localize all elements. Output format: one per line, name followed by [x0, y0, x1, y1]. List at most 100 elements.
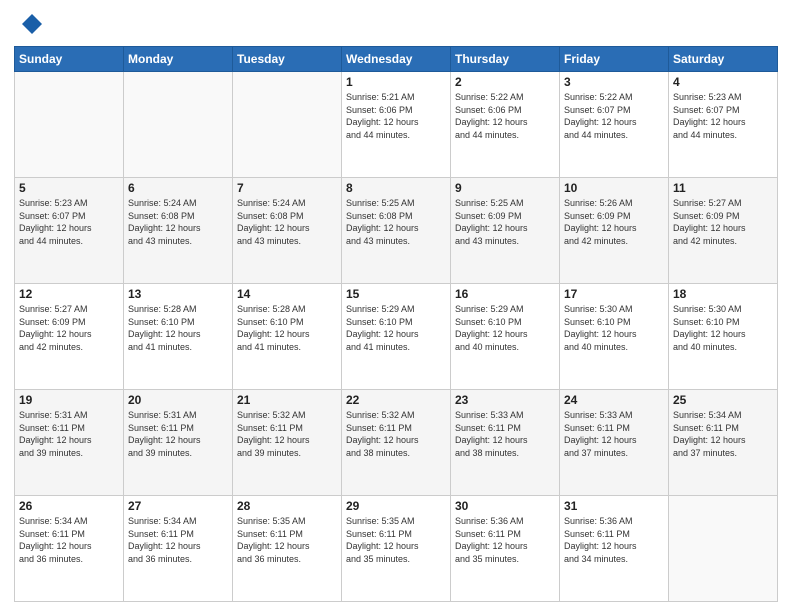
- day-number: 17: [564, 287, 664, 301]
- calendar-cell: 25 Sunrise: 5:34 AM Sunset: 6:11 PM Dayli…: [669, 390, 778, 496]
- day-info: Sunrise: 5:30 AM Sunset: 6:10 PM Dayligh…: [673, 303, 773, 353]
- calendar-header-thursday: Thursday: [451, 47, 560, 72]
- day-number: 25: [673, 393, 773, 407]
- day-number: 29: [346, 499, 446, 513]
- logo: [14, 10, 46, 38]
- day-number: 23: [455, 393, 555, 407]
- day-number: 14: [237, 287, 337, 301]
- day-number: 1: [346, 75, 446, 89]
- calendar-cell: 26Sunrise: 5:34 AM Sunset: 6:11 PM Dayli…: [15, 496, 124, 602]
- day-number: 8: [346, 181, 446, 195]
- logo-icon: [14, 10, 42, 38]
- calendar-cell: 8 Sunrise: 5:25 AM Sunset: 6:08 PM Daylig…: [342, 178, 451, 284]
- day-info: Sunrise: 5:22 AM Sunset: 6:06 PM Dayligh…: [455, 91, 555, 141]
- calendar-cell: [233, 72, 342, 178]
- calendar-cell: 29 Sunrise: 5:35 AM Sunset: 6:11 PM Dayli…: [342, 496, 451, 602]
- day-info: Sunrise: 5:35 AM Sunset: 6:11 PM Dayligh…: [346, 515, 446, 565]
- day-info: Sunrise: 5:31 AM Sunset: 6:11 PM Dayligh…: [19, 409, 119, 459]
- day-info: Sunrise: 5:24 AM Sunset: 6:08 PM Dayligh…: [237, 197, 337, 247]
- calendar-cell: 31 Sunrise: 5:36 AM Sunset: 6:11 PM Dayli…: [560, 496, 669, 602]
- page: SundayMondayTuesdayWednesdayThursdayFrid…: [0, 0, 792, 612]
- calendar-cell: 15Sunrise: 5:29 AM Sunset: 6:10 PM Dayli…: [342, 284, 451, 390]
- calendar-cell: 1 Sunrise: 5:21 AM Sunset: 6:06 PM Daylig…: [342, 72, 451, 178]
- calendar-cell: 23 Sunrise: 5:33 AM Sunset: 6:11 PM Dayli…: [451, 390, 560, 496]
- day-info: Sunrise: 5:35 AM Sunset: 6:11 PM Dayligh…: [237, 515, 337, 565]
- calendar-cell: 3Sunrise: 5:22 AM Sunset: 6:07 PM Daylig…: [560, 72, 669, 178]
- day-number: 19: [19, 393, 119, 407]
- calendar-cell: 5 Sunrise: 5:23 AM Sunset: 6:07 PM Daylig…: [15, 178, 124, 284]
- calendar-cell: 7 Sunrise: 5:24 AM Sunset: 6:08 PM Daylig…: [233, 178, 342, 284]
- day-number: 16: [455, 287, 555, 301]
- day-info: Sunrise: 5:25 AM Sunset: 6:08 PM Dayligh…: [346, 197, 446, 247]
- calendar-cell: 14 Sunrise: 5:28 AM Sunset: 6:10 PM Dayli…: [233, 284, 342, 390]
- day-number: 31: [564, 499, 664, 513]
- day-info: Sunrise: 5:34 AM Sunset: 6:11 PM Dayligh…: [673, 409, 773, 459]
- day-number: 24: [564, 393, 664, 407]
- calendar-cell: [669, 496, 778, 602]
- calendar-header-row: SundayMondayTuesdayWednesdayThursdayFrid…: [15, 47, 778, 72]
- calendar-cell: 2 Sunrise: 5:22 AM Sunset: 6:06 PM Daylig…: [451, 72, 560, 178]
- calendar-cell: 24 Sunrise: 5:33 AM Sunset: 6:11 PM Dayli…: [560, 390, 669, 496]
- day-info: Sunrise: 5:28 AM Sunset: 6:10 PM Dayligh…: [128, 303, 228, 353]
- day-info: Sunrise: 5:27 AM Sunset: 6:09 PM Dayligh…: [19, 303, 119, 353]
- day-number: 11: [673, 181, 773, 195]
- day-number: 18: [673, 287, 773, 301]
- day-info: Sunrise: 5:33 AM Sunset: 6:11 PM Dayligh…: [455, 409, 555, 459]
- day-info: Sunrise: 5:32 AM Sunset: 6:11 PM Dayligh…: [346, 409, 446, 459]
- day-info: Sunrise: 5:36 AM Sunset: 6:11 PM Dayligh…: [564, 515, 664, 565]
- day-number: 5: [19, 181, 119, 195]
- day-number: 10: [564, 181, 664, 195]
- day-number: 7: [237, 181, 337, 195]
- day-info: Sunrise: 5:33 AM Sunset: 6:11 PM Dayligh…: [564, 409, 664, 459]
- calendar-header-tuesday: Tuesday: [233, 47, 342, 72]
- day-info: Sunrise: 5:36 AM Sunset: 6:11 PM Dayligh…: [455, 515, 555, 565]
- day-info: Sunrise: 5:23 AM Sunset: 6:07 PM Dayligh…: [19, 197, 119, 247]
- calendar-cell: 17 Sunrise: 5:30 AM Sunset: 6:10 PM Dayli…: [560, 284, 669, 390]
- calendar-cell: 4Sunrise: 5:23 AM Sunset: 6:07 PM Daylig…: [669, 72, 778, 178]
- calendar-table: SundayMondayTuesdayWednesdayThursdayFrid…: [14, 46, 778, 602]
- day-number: 3: [564, 75, 664, 89]
- day-number: 9: [455, 181, 555, 195]
- calendar-header-wednesday: Wednesday: [342, 47, 451, 72]
- day-info: Sunrise: 5:24 AM Sunset: 6:08 PM Dayligh…: [128, 197, 228, 247]
- day-number: 2: [455, 75, 555, 89]
- calendar-cell: 30 Sunrise: 5:36 AM Sunset: 6:11 PM Dayli…: [451, 496, 560, 602]
- day-info: Sunrise: 5:29 AM Sunset: 6:10 PM Dayligh…: [346, 303, 446, 353]
- calendar-cell: [15, 72, 124, 178]
- calendar-week-1: 5 Sunrise: 5:23 AM Sunset: 6:07 PM Daylig…: [15, 178, 778, 284]
- day-info: Sunrise: 5:23 AM Sunset: 6:07 PM Dayligh…: [673, 91, 773, 141]
- calendar-cell: 9 Sunrise: 5:25 AM Sunset: 6:09 PM Daylig…: [451, 178, 560, 284]
- day-info: Sunrise: 5:27 AM Sunset: 6:09 PM Dayligh…: [673, 197, 773, 247]
- calendar-cell: 13 Sunrise: 5:28 AM Sunset: 6:10 PM Dayli…: [124, 284, 233, 390]
- calendar-cell: 19 Sunrise: 5:31 AM Sunset: 6:11 PM Dayli…: [15, 390, 124, 496]
- day-info: Sunrise: 5:25 AM Sunset: 6:09 PM Dayligh…: [455, 197, 555, 247]
- calendar-cell: [124, 72, 233, 178]
- day-number: 20: [128, 393, 228, 407]
- day-number: 13: [128, 287, 228, 301]
- calendar-header-monday: Monday: [124, 47, 233, 72]
- day-info: Sunrise: 5:32 AM Sunset: 6:11 PM Dayligh…: [237, 409, 337, 459]
- calendar-cell: 27Sunrise: 5:34 AM Sunset: 6:11 PM Dayli…: [124, 496, 233, 602]
- calendar-week-4: 26Sunrise: 5:34 AM Sunset: 6:11 PM Dayli…: [15, 496, 778, 602]
- day-info: Sunrise: 5:31 AM Sunset: 6:11 PM Dayligh…: [128, 409, 228, 459]
- day-info: Sunrise: 5:28 AM Sunset: 6:10 PM Dayligh…: [237, 303, 337, 353]
- calendar-cell: 20 Sunrise: 5:31 AM Sunset: 6:11 PM Dayli…: [124, 390, 233, 496]
- calendar-header-sunday: Sunday: [15, 47, 124, 72]
- calendar-header-friday: Friday: [560, 47, 669, 72]
- calendar-cell: 6 Sunrise: 5:24 AM Sunset: 6:08 PM Daylig…: [124, 178, 233, 284]
- calendar-cell: 16Sunrise: 5:29 AM Sunset: 6:10 PM Dayli…: [451, 284, 560, 390]
- day-info: Sunrise: 5:30 AM Sunset: 6:10 PM Dayligh…: [564, 303, 664, 353]
- calendar-week-3: 19 Sunrise: 5:31 AM Sunset: 6:11 PM Dayli…: [15, 390, 778, 496]
- day-number: 22: [346, 393, 446, 407]
- day-number: 28: [237, 499, 337, 513]
- calendar-cell: 10Sunrise: 5:26 AM Sunset: 6:09 PM Dayli…: [560, 178, 669, 284]
- day-number: 30: [455, 499, 555, 513]
- day-number: 12: [19, 287, 119, 301]
- day-info: Sunrise: 5:34 AM Sunset: 6:11 PM Dayligh…: [128, 515, 228, 565]
- calendar-week-2: 12 Sunrise: 5:27 AM Sunset: 6:09 PM Dayli…: [15, 284, 778, 390]
- day-number: 21: [237, 393, 337, 407]
- day-number: 6: [128, 181, 228, 195]
- calendar-cell: 28 Sunrise: 5:35 AM Sunset: 6:11 PM Dayli…: [233, 496, 342, 602]
- header: [14, 10, 778, 38]
- day-info: Sunrise: 5:21 AM Sunset: 6:06 PM Dayligh…: [346, 91, 446, 141]
